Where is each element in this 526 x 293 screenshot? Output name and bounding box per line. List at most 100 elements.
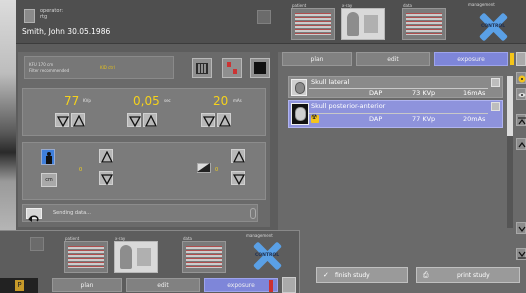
- patient-name: Smith, John 30.05.1986: [22, 27, 111, 36]
- collimator-icon-b: [233, 69, 237, 74]
- up-triangle-icon: [233, 151, 245, 163]
- param-line-3: KID ctrl: [100, 65, 115, 70]
- cm-button[interactable]: cm: [41, 173, 57, 187]
- position-up-button[interactable]: [99, 149, 113, 163]
- tab-bar: plan edit exposure: [278, 52, 508, 66]
- exposure-kvp: 73 KVp: [412, 89, 436, 97]
- patient-thumb-lines: [295, 13, 331, 35]
- overlay-square-button[interactable]: [30, 237, 44, 251]
- scroll-bottom-button[interactable]: [516, 248, 526, 260]
- overlay-left-button[interactable]: P: [0, 278, 38, 293]
- overlay-tab-flag: [269, 280, 273, 292]
- mas-down-button[interactable]: [201, 113, 215, 127]
- finish-study-label: finish study: [335, 272, 370, 279]
- overlay-tab-exposure[interactable]: exposure: [204, 278, 278, 292]
- overlay-tab-plan[interactable]: plan: [52, 278, 122, 292]
- exposure-row[interactable]: Skull lateral DAP 73 KVp 16mAs: [288, 76, 503, 98]
- tab-plan[interactable]: plan: [282, 52, 352, 66]
- patient-position-button[interactable]: [41, 149, 55, 165]
- overlay-data-lines: [186, 246, 222, 268]
- undo-arrow-icon: [28, 215, 39, 222]
- management-logo[interactable]: CONTROL: [478, 12, 508, 42]
- kv-down-button[interactable]: [55, 113, 69, 127]
- skull-pa-thumbnail: [291, 103, 309, 125]
- exposure-values-panel: 77 KVp 0,05 sec 20 mAs: [22, 88, 266, 136]
- black-square-icon: [254, 62, 266, 74]
- status-indicator-icon: [250, 208, 256, 219]
- overlay-patient-lines: [68, 246, 104, 268]
- overlay-window: patient x-ray data management CONTROL P …: [0, 230, 300, 293]
- overlay-xray-figure-icon: [120, 245, 132, 269]
- tab-edit[interactable]: edit: [356, 52, 430, 66]
- xray-thumb-title: x-ray: [342, 3, 353, 8]
- xray-thumb[interactable]: x-ray: [341, 3, 385, 40]
- header-bar: operator: rtg Smith, John 30.05.1986 pat…: [16, 0, 526, 44]
- wedge-filter-icon: [197, 163, 211, 173]
- finish-study-button[interactable]: ✓ finish study: [316, 267, 408, 283]
- printer-icon: ⎙: [423, 271, 429, 279]
- print-study-button[interactable]: ⎙ print study: [416, 267, 520, 283]
- header-square-button[interactable]: [257, 10, 271, 24]
- overlay-resize-icon[interactable]: [282, 277, 296, 293]
- overlay-tab-edit[interactable]: edit: [126, 278, 200, 292]
- collimator-icon-a: [227, 62, 231, 67]
- ms-unit: sec: [164, 98, 171, 103]
- tab-exposure[interactable]: exposure: [434, 52, 508, 66]
- scroll-top-button[interactable]: [516, 114, 526, 126]
- up-triangle-icon: [219, 115, 231, 127]
- collimator-tool-button[interactable]: [222, 58, 242, 78]
- overlay-data-thumb[interactable]: data: [182, 236, 226, 273]
- grid-icon: [196, 63, 208, 74]
- scroll-down-button[interactable]: [516, 222, 526, 234]
- data-thumb[interactable]: data: [402, 3, 446, 40]
- up-triangle-icon: [73, 115, 85, 127]
- down-triangle-icon: [233, 174, 245, 185]
- checkmark-icon: ✓: [323, 271, 329, 279]
- kv-value: 77: [64, 94, 80, 108]
- screen: operator: rtg Smith, John 30.05.1986 pat…: [0, 0, 526, 293]
- resize-icon[interactable]: [516, 52, 526, 66]
- param-line-2: Filter recommended: [29, 68, 70, 73]
- patient-thumb[interactable]: patient: [291, 3, 335, 40]
- kv-unit: KVp: [83, 98, 91, 103]
- exposure-name: Skull posterior-anterior: [311, 102, 386, 110]
- overlay-xray-image-icon: [137, 248, 151, 266]
- down-triangle-icon: [57, 116, 69, 127]
- exposure-dap: DAP: [369, 115, 383, 123]
- filter-up-button[interactable]: [231, 149, 245, 163]
- filter-down-button[interactable]: [231, 171, 245, 185]
- undo-button[interactable]: [26, 208, 42, 222]
- person-body-icon: [46, 156, 52, 164]
- black-square-button[interactable]: [250, 58, 270, 78]
- radiation-icon: [311, 113, 319, 123]
- exposure-row-selected[interactable]: Skull posterior-anterior DAP 77 KVp 20mA…: [288, 100, 503, 128]
- ms-down-button[interactable]: [127, 113, 141, 127]
- kv-up-button[interactable]: [71, 113, 85, 127]
- print-study-label: print study: [457, 272, 490, 279]
- operator-info: operator: rtg: [40, 8, 63, 20]
- operator-name: rtg: [40, 14, 48, 20]
- overlay-patient-thumb[interactable]: patient: [64, 236, 108, 273]
- overlay-management-logo[interactable]: CONTROL: [252, 241, 282, 271]
- param-line-1: KFU 170 cm: [29, 62, 54, 67]
- ms-up-button[interactable]: [143, 113, 157, 127]
- radiation-side-button[interactable]: [516, 72, 526, 84]
- row-menu-button[interactable]: [491, 102, 500, 111]
- up-triangle-icon: [101, 151, 113, 163]
- eye-side-button[interactable]: [516, 88, 526, 100]
- ms-value: 0,05: [133, 94, 160, 108]
- status-text: Sending data...: [53, 210, 91, 216]
- scroll-up-button[interactable]: [516, 138, 526, 150]
- scrollbar-thumb[interactable]: [507, 76, 513, 136]
- grid-tool-button[interactable]: [192, 58, 212, 78]
- left-panel: KFU 170 cm Filter recommended KID ctrl 7…: [18, 52, 270, 227]
- overlay-management-title: management: [246, 233, 273, 238]
- mas-up-button[interactable]: [217, 113, 231, 127]
- overlay-xray-thumb[interactable]: x-ray: [114, 236, 158, 273]
- row-divider: [309, 113, 488, 114]
- row-divider: [309, 88, 488, 89]
- operator-icon: [24, 9, 35, 23]
- position-down-button[interactable]: [99, 171, 113, 185]
- exposure-kvp: 77 KVp: [412, 115, 436, 123]
- row-menu-button[interactable]: [491, 78, 500, 87]
